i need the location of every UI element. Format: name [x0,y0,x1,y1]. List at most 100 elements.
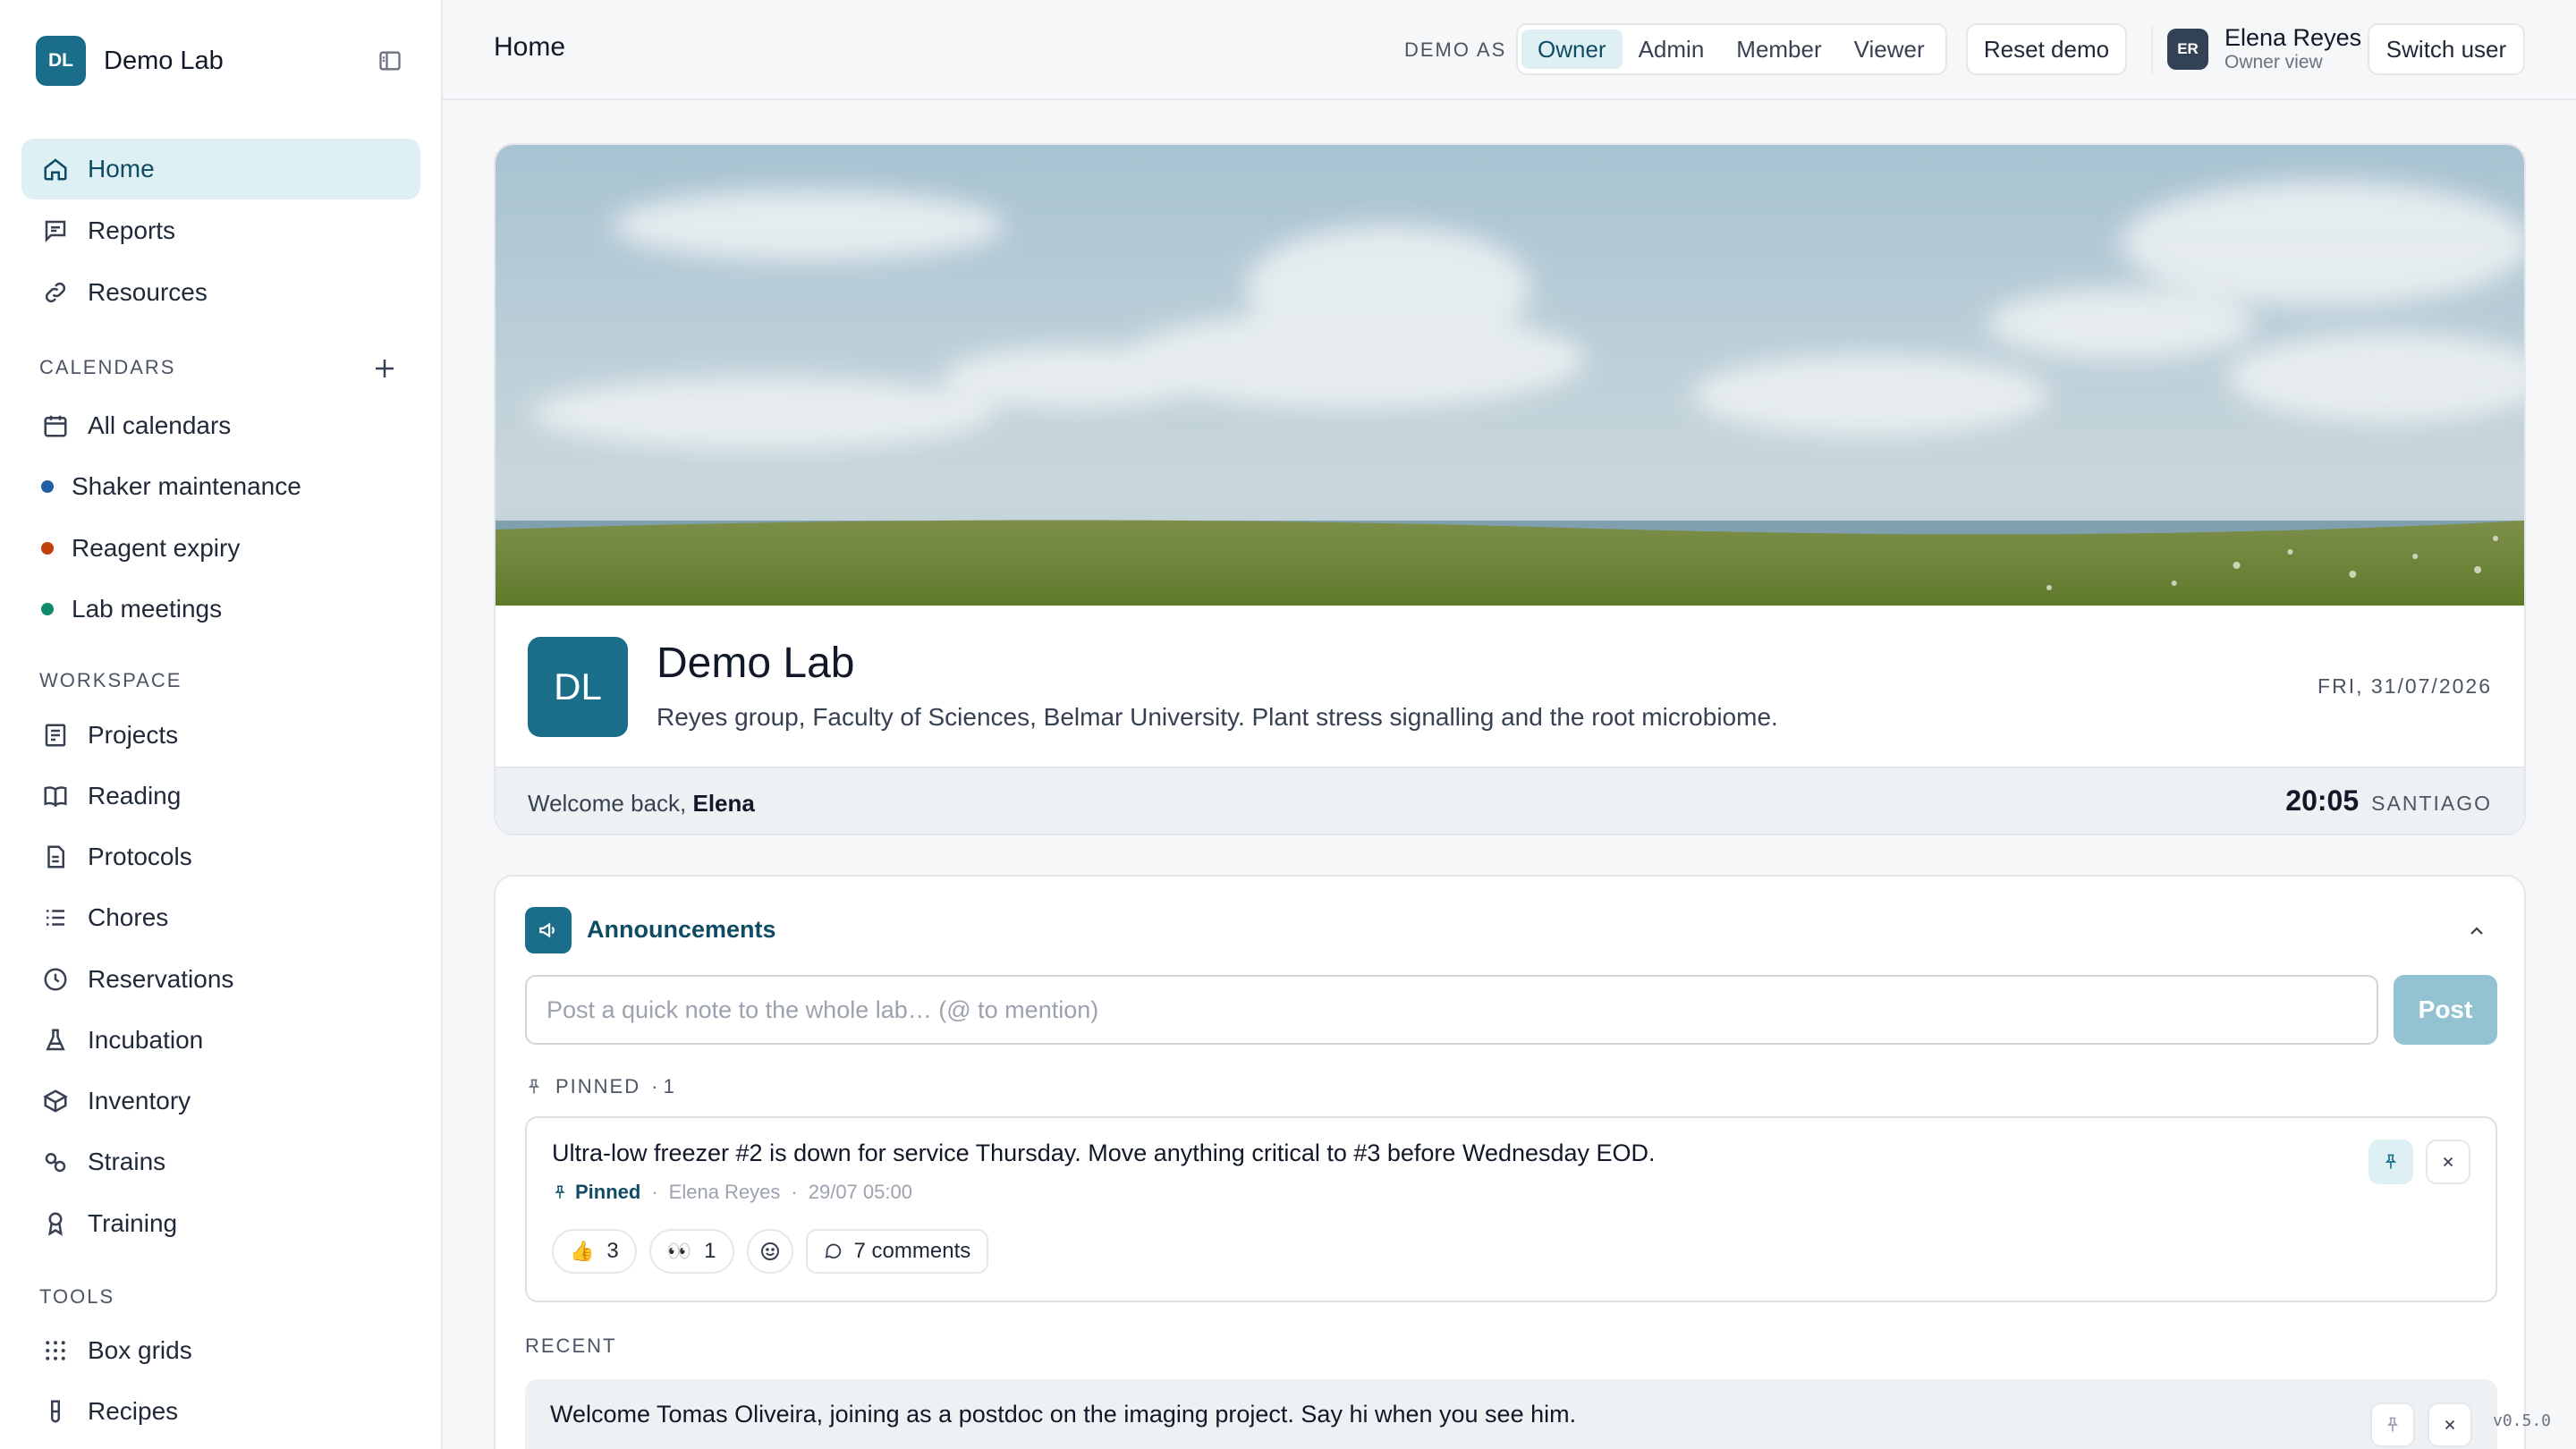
brand[interactable]: DL Demo Lab [36,36,224,86]
reaction-count: 3 [606,1239,619,1263]
pin-button[interactable] [2370,1402,2415,1447]
sidebar-item-protocols[interactable]: Protocols [21,826,420,887]
sidebar-item-inventory[interactable]: Inventory [21,1071,420,1131]
switch-user-button[interactable]: Switch user [2368,23,2525,75]
page-title: Home [494,32,566,62]
avatar[interactable]: ER [2167,29,2208,70]
sidebar-item-shaker-maintenance[interactable]: Shaker maintenance [21,456,420,517]
sidebar-item-strains[interactable]: Strains [21,1131,420,1192]
section-label-calendars: CALENDARS [39,356,176,378]
pinned-section-label: PINNED · 1 [525,1075,674,1098]
sidebar-item-chores[interactable]: Chores [21,887,420,948]
role-switcher: Owner Admin Member Viewer [1516,23,1947,75]
sidebar-item-projects[interactable]: Projects [21,705,420,766]
collapse-announcements-button[interactable] [2465,919,2488,943]
reactions: 👍 3 👀 1 7 comments [552,1229,1001,1274]
link-icon [41,278,70,307]
sidebar-item-label: Recipes [88,1397,179,1425]
role-member[interactable]: Member [1720,30,1837,69]
sidebar-item-incubation[interactable]: Incubation [21,1010,420,1071]
tube-icon [41,1397,70,1426]
home-icon [41,155,70,183]
pinned-label-text: PINNED [555,1075,641,1097]
announcement-input[interactable] [525,975,2378,1045]
add-calendar-button[interactable] [369,352,401,385]
welcome-prefix: Welcome back, [528,790,693,817]
pin-icon [528,1079,540,1094]
announcement-actions [2356,1140,2470,1184]
topbar: Home DEMO AS Owner Admin Member Viewer R… [443,0,2576,100]
recent-announcement: Welcome Tomas Oliveira, joining as a pos… [525,1379,2497,1449]
welcome-bar: Welcome back, Elena 20:05 SANTIAGO [496,767,2524,834]
lab-avatar: DL [528,637,628,737]
role-viewer[interactable]: Viewer [1838,30,1941,69]
announcement-time: 29/07 05:00 [808,1181,912,1203]
announcements-card: Announcements Post PINNED · 1 Ultra-low … [494,875,2526,1449]
welcome-user-name: Elena [692,790,755,817]
sidebar-item-label: Inventory [88,1087,191,1114]
sidebar-item-label: Box grids [88,1336,192,1364]
projects-icon [41,721,70,750]
sidebar-collapse-button[interactable] [376,47,404,75]
award-icon [41,1209,70,1238]
lab-description: Reyes group, Faculty of Sciences, Belmar… [657,703,1778,731]
meta-separator: · [791,1181,798,1203]
sidebar-item-label: Projects [88,721,179,749]
dismiss-button[interactable] [2428,1402,2472,1447]
sidebar-item-label: Lab meetings [72,595,223,623]
sidebar-item-label: Home [88,155,155,182]
pinned-announcement: Ultra-low freezer #2 is down for service… [525,1116,2497,1302]
sidebar: DL Demo Lab Home Reports Resources CALEN… [0,0,443,1449]
pin-icon [2386,1417,2399,1432]
announcement-text: Welcome Tomas Oliveira, joining as a pos… [550,1401,1577,1428]
sidebar-item-reading[interactable]: Reading [21,766,420,826]
clock: 20:05 SANTIAGO [2285,784,2492,818]
sidebar-item-box-grids[interactable]: Box grids [21,1320,420,1381]
sidebar-item-label: Incubation [88,1026,204,1054]
strains-icon [41,1148,70,1176]
comment-icon [825,1243,841,1259]
add-reaction-button[interactable] [746,1229,793,1274]
reset-demo-button[interactable]: Reset demo [1966,23,2127,75]
sidebar-item-label: All calendars [88,411,232,439]
chevron-up-icon [2470,927,2483,935]
announcement-actions [2358,1402,2472,1447]
dismiss-button[interactable] [2426,1140,2470,1184]
unpin-button[interactable] [2368,1140,2413,1184]
grid-icon [41,1336,70,1365]
sidebar-item-reagent-expiry[interactable]: Reagent expiry [21,518,420,579]
sidebar-item-all-calendars[interactable]: All calendars [21,395,420,456]
comments-button[interactable]: 7 comments [805,1229,989,1274]
sidebar-item-label: Training [88,1209,178,1237]
reaction-thumbs-up[interactable]: 👍 3 [552,1229,637,1274]
sidebar-item-lab-meetings[interactable]: Lab meetings [21,579,420,640]
lab-hero-card: DL Demo Lab Reyes group, Faculty of Scie… [494,143,2526,835]
role-admin[interactable]: Admin [1623,30,1721,69]
sidebar-item-reports[interactable]: Reports [21,200,420,261]
sidebar-item-training[interactable]: Training [21,1193,420,1254]
list-icon [41,903,70,932]
sidebar-item-label: Protocols [88,843,192,870]
sidebar-item-label: Resources [88,278,208,306]
reaction-count: 1 [704,1239,716,1263]
current-date: FRI, 31/07/2026 [2318,674,2492,698]
sidebar-item-label: Reports [88,216,176,244]
plus-icon [376,360,394,377]
sidebar-item-recipes[interactable]: Recipes [21,1381,420,1442]
calendar-color-dot [41,603,54,615]
app-version: v0.5.0 [2493,1411,2552,1430]
sidebar-item-label: Reservations [88,965,234,993]
megaphone-icon [525,907,572,953]
user-role-caption: Owner view [2224,52,2323,72]
post-button[interactable]: Post [2394,975,2497,1045]
announcement-text: Ultra-low freezer #2 is down for service… [552,1140,1656,1166]
pinned-count: · 1 [651,1075,674,1097]
lab-title: Demo Lab [657,640,855,687]
reaction-eyes[interactable]: 👀 1 [648,1229,734,1274]
clock-timezone: SANTIAGO [2371,792,2492,815]
sidebar-item-resources[interactable]: Resources [21,262,420,323]
close-icon [2445,1419,2455,1430]
role-owner[interactable]: Owner [1521,30,1623,69]
sidebar-item-home[interactable]: Home [21,139,420,199]
sidebar-item-reservations[interactable]: Reservations [21,949,420,1010]
